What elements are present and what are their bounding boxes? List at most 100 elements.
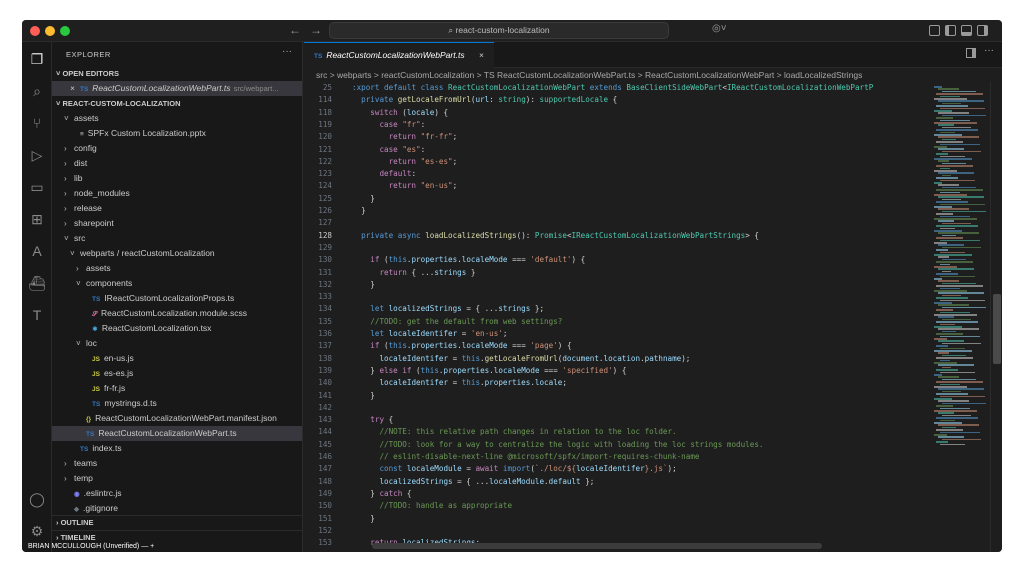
split-editor-icon[interactable] [966,48,976,58]
code-line[interactable]: 152 [304,525,932,537]
code-line[interactable]: 146 // eslint-disable-next-line @microso… [304,451,932,463]
code-line[interactable]: 119 case "fr": [304,119,932,131]
tree-file-item[interactable]: ≡ SPFx Custom Localization.pptx [52,126,302,141]
code-line[interactable]: 124 return "en-us"; [304,180,932,192]
code-line[interactable]: 134 let localizedStrings = { ...strings … [304,303,932,315]
extensions-icon[interactable]: ⊞ [28,210,46,228]
copilot-icon[interactable]: ◎˅ [712,23,727,34]
code-line[interactable]: 25:xport default class ReactCustomLocali… [304,82,932,94]
minimize-window-button[interactable] [45,26,55,36]
toggle-sidebar-icon[interactable] [945,25,956,36]
code-line[interactable]: 141 } [304,390,932,402]
tree-folder-item[interactable]: › temp [52,471,302,486]
close-tab-icon[interactable]: × [479,43,484,68]
code-line[interactable]: 125 } [304,193,932,205]
forward-arrow-icon[interactable]: → [310,23,322,37]
close-window-button[interactable] [30,26,40,36]
toggle-panel-icon[interactable] [961,25,972,36]
tree-file-item[interactable]: ◆ .gitignore [52,501,302,516]
tree-folder-item[interactable]: ˅ loc [52,336,302,351]
code-line[interactable]: 143 try { [304,414,932,426]
code-line[interactable]: 133 [304,291,932,303]
code-line[interactable]: 142 [304,402,932,414]
horizontal-scrollbar[interactable] [372,543,822,549]
code-line[interactable]: 127 [304,217,932,229]
toggle-secondary-sidebar-icon[interactable] [977,25,988,36]
code-line[interactable]: 151 } [304,513,932,525]
tree-file-item[interactable]: TS ReactCustomLocalizationWebPart.ts [52,426,302,441]
timeline-header[interactable]: › TIMELINE [52,530,302,544]
azure-icon[interactable]: A [28,242,46,260]
run-debug-icon[interactable]: ▷ [28,146,46,164]
teams-toolkit-icon[interactable]: T [28,306,46,324]
code-line[interactable]: 114 private getLocaleFromUrl(url: string… [304,94,932,106]
back-arrow-icon[interactable]: ← [289,23,301,37]
search-icon[interactable]: ⌕ [28,82,46,100]
tree-folder-item[interactable]: › teams [52,456,302,471]
code-line[interactable]: 128 private async loadLocalizedStrings()… [304,230,932,242]
tree-file-item[interactable]: JS fr-fr.js [52,381,302,396]
layout-customize-icon[interactable] [929,25,940,36]
vertical-scrollbar[interactable] [990,82,1002,552]
code-line[interactable]: 138 localeIdentifer = this.getLocaleFrom… [304,353,932,365]
source-control-icon[interactable]: ⑂ [28,114,46,132]
command-center-search[interactable]: ⌕ react-custom-localization [329,22,669,39]
tree-file-item[interactable]: ◉ .eslintrc.js [52,486,302,501]
open-editors-header[interactable]: ˅ OPEN EDITORS [52,67,302,81]
code-line[interactable]: 136 let localeIdentifer = 'en-us'; [304,328,932,340]
tree-folder-item[interactable]: ˅ webparts / reactCustomLocalization [52,246,302,261]
tree-folder-item[interactable]: › config [52,141,302,156]
scrollbar-thumb[interactable] [993,294,1001,364]
tree-file-item[interactable]: ⚛ ReactCustomLocalization.tsx [52,321,302,336]
tree-file-item[interactable]: TS index.ts [52,441,302,456]
maximize-window-button[interactable] [60,26,70,36]
project-folder-header[interactable]: ˅ REACT-CUSTOM-LOCALIZATION [52,97,302,111]
code-line[interactable]: 122 return "es-es"; [304,156,932,168]
settings-gear-icon[interactable]: ⚙ [28,522,46,540]
tree-folder-item[interactable]: › assets [52,261,302,276]
tree-folder-item[interactable]: ˅ src [52,231,302,246]
code-line[interactable]: 147 const localeModule = await import(`.… [304,463,932,475]
remote-explorer-icon[interactable]: ▭ [28,178,46,196]
code-line[interactable]: 145 //TODO: look for a way to centralize… [304,439,932,451]
tree-folder-item[interactable]: ˅ assets [52,111,302,126]
minimap[interactable] [932,82,990,552]
code-line[interactable]: 129 [304,242,932,254]
code-line[interactable]: 137 if (this.properties.localeMode === '… [304,340,932,352]
tree-folder-item[interactable]: › lib [52,171,302,186]
account-icon[interactable]: ◯ [28,490,46,508]
code-line[interactable]: 130 if (this.properties.localeMode === '… [304,254,932,266]
more-actions-icon[interactable]: ··· [984,45,994,56]
code-line[interactable]: 144 //NOTE: this relative path changes i… [304,426,932,438]
outline-header[interactable]: › OUTLINE [52,515,302,529]
code-editor[interactable]: 25:xport default class ReactCustomLocali… [304,82,932,552]
tree-file-item[interactable]: TS IReactCustomLocalizationProps.ts [52,291,302,306]
tree-file-item[interactable]: JS en-us.js [52,351,302,366]
code-line[interactable]: 148 localizedStrings = { ...localeModule… [304,476,932,488]
tree-folder-item[interactable]: › dist [52,156,302,171]
open-editor-item[interactable]: × TS ReactCustomLocalizationWebPart.ts src/… [52,81,302,96]
editor-tab-active[interactable]: TS ReactCustomLocalizationWebPart.ts × [304,42,494,68]
tree-folder-item[interactable]: ˅ components [52,276,302,291]
status-bar-account[interactable]: BRIAN MCCULLOUGH (Unverified) — + [28,543,154,550]
tree-folder-item[interactable]: › sharepoint [52,216,302,231]
code-line[interactable]: 135 //TODO: get the default from web set… [304,316,932,328]
tree-file-item[interactable]: {} ReactCustomLocalizationWebPart.manifes… [52,411,302,426]
code-line[interactable]: 126 } [304,205,932,217]
tree-file-item[interactable]: TS mystrings.d.ts [52,396,302,411]
breadcrumb[interactable]: src > webparts > reactCustomLocalization… [304,68,932,82]
code-line[interactable]: 132 } [304,279,932,291]
tree-file-item[interactable]: JS es-es.js [52,366,302,381]
code-line[interactable]: 120 return "fr-fr"; [304,131,932,143]
code-line[interactable]: 140 localeIdentifer = this.properties.lo… [304,377,932,389]
tree-file-item[interactable]: 𝓢 ReactCustomLocalization.module.scss [52,306,302,321]
code-line[interactable]: 139 } else if (this.properties.localeMod… [304,365,932,377]
code-line[interactable]: 150 //TODO: handle as appropriate [304,500,932,512]
code-line[interactable]: 121 case "es": [304,144,932,156]
tree-folder-item[interactable]: › release [52,201,302,216]
code-line[interactable]: 131 return { ...strings } [304,267,932,279]
tree-folder-item[interactable]: › node_modules [52,186,302,201]
code-line[interactable]: 149 } catch { [304,488,932,500]
files-icon[interactable]: ❐ [28,50,46,68]
docker-icon[interactable]: ⛴ [28,274,46,292]
